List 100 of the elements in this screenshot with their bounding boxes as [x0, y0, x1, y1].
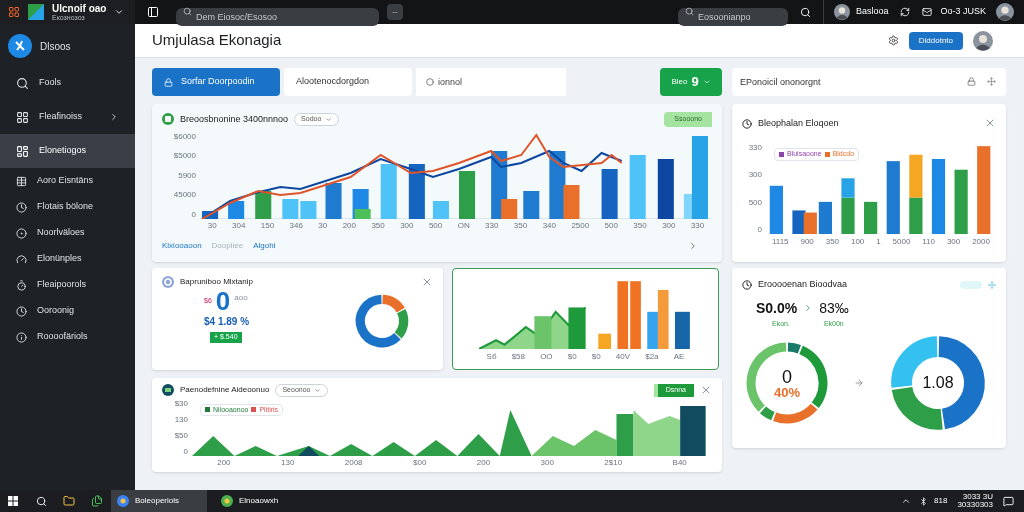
sidebar-item[interactable]: Fleafinoiss — [0, 100, 135, 134]
sidebar-item[interactable]: Ooroonig — [0, 298, 135, 324]
card-title: Bapruniboo Mlxtanip — [180, 276, 253, 288]
sidebar-item[interactable]: Roooofäriols — [0, 324, 135, 350]
axis-label: 40V — [615, 353, 631, 361]
taskbar-app[interactable]: Boleoperiols — [111, 490, 207, 512]
card-title: Breoosbnonine 3400nnnoo — [180, 112, 289, 126]
more-button[interactable]: -- — [387, 4, 403, 20]
caret-icon — [702, 78, 711, 86]
axis-label: 500 — [428, 221, 443, 230]
axis-label: 30 — [207, 221, 217, 230]
card-title: Paenodefnine Aideoonuo — [180, 384, 270, 397]
search-icon[interactable] — [799, 6, 811, 18]
bar — [657, 158, 674, 219]
sidebar-item[interactable]: Noorlväloes — [0, 220, 135, 246]
sidebar-item[interactable]: Aoro Eisntäns — [0, 168, 135, 194]
card-title: Bleophalan Eloqoen — [758, 117, 839, 131]
axis-label: 340 — [542, 221, 556, 230]
axis-label: ON — [457, 221, 470, 230]
chart-icon — [162, 113, 174, 126]
bar — [459, 170, 476, 219]
primary-value: S0.0% — [756, 298, 798, 318]
notification-icon[interactable] — [1003, 495, 1014, 507]
tab[interactable]: Alootenocdorgdon — [284, 68, 412, 96]
axis-label: 300 — [946, 238, 961, 246]
axis-label: 1 — [876, 238, 881, 246]
avatar[interactable] — [973, 30, 993, 51]
target-icon — [16, 227, 27, 239]
clock-icon — [742, 279, 752, 290]
bar — [680, 405, 706, 456]
bar — [601, 168, 618, 219]
axis-label: 350 — [633, 221, 647, 230]
axis-label: 200 — [476, 458, 491, 467]
timer-icon — [16, 279, 27, 291]
bar — [909, 197, 923, 234]
bluetooth-icon[interactable] — [919, 496, 929, 506]
chevron-icon[interactable] — [901, 496, 912, 506]
bar — [909, 154, 923, 198]
sidebar-item[interactable]: Flotais bölone — [0, 194, 135, 220]
axis-tick: $5000 — [173, 152, 196, 160]
info-icon — [16, 331, 27, 343]
bar — [300, 200, 317, 219]
bar — [202, 210, 219, 219]
avatar[interactable] — [833, 4, 850, 20]
axis-label: 300 — [400, 221, 414, 230]
legend-item[interactable]: Klxiooaoon — [162, 239, 202, 252]
text-field[interactable]: EPonoicil ononorgnt — [732, 68, 1006, 96]
search-field[interactable]: Dem Eiosoc/Esosoo — [176, 8, 379, 26]
search-icon[interactable] — [36, 495, 47, 507]
axis-label: $00 — [413, 458, 427, 467]
gauge-percent: 40% — [774, 385, 800, 399]
table-icon — [16, 175, 27, 187]
refresh-icon[interactable] — [900, 7, 911, 17]
axis-label: AE — [673, 353, 685, 361]
mail-icon[interactable] — [922, 7, 933, 17]
axis-label: 300 — [662, 221, 676, 230]
app-grid-icon[interactable] — [8, 6, 20, 18]
bar — [630, 281, 641, 349]
axis-label: 30 — [318, 221, 328, 230]
filter-field[interactable]: ionnol — [416, 68, 566, 96]
tab[interactable]: Sorfar Doorpoodin — [152, 68, 280, 96]
avatar[interactable] — [996, 3, 1014, 21]
axis-label: $0 — [591, 353, 601, 361]
axis-tick: $30 — [174, 399, 188, 408]
settings-icon[interactable] — [887, 35, 899, 46]
axis-label: 304 — [232, 221, 246, 230]
bar — [523, 190, 540, 219]
axis-tick: 0 — [191, 210, 196, 219]
close-button[interactable] — [984, 117, 996, 129]
axis-tick: 300 — [748, 171, 762, 180]
axis-label: 350 — [513, 221, 528, 230]
browser-icon — [221, 495, 233, 507]
close-button[interactable] — [421, 276, 433, 288]
axis-label: OO — [540, 353, 553, 361]
axis-tick: 0 — [183, 447, 188, 456]
folder-icon[interactable] — [63, 495, 75, 507]
sidebar-item[interactable]: Elonetiogos — [0, 134, 135, 168]
search-icon — [16, 76, 29, 90]
sidebar-item[interactable]: Fleaipoorols — [0, 272, 135, 298]
axis-label: 100 — [850, 238, 865, 246]
arrow-icon — [854, 378, 864, 388]
axis-label: 150 — [260, 221, 275, 230]
chevron-icon — [109, 112, 119, 122]
circle-icon — [426, 78, 434, 86]
axis-label: 2000 — [972, 238, 990, 246]
taskbar-app[interactable]: Elnoaowxh — [215, 490, 311, 512]
sidebar-item[interactable]: Fools — [0, 66, 135, 100]
axis-label: B40 — [672, 458, 687, 467]
move-icon[interactable] — [987, 77, 996, 86]
search-field[interactable]: Eosoonianpo — [677, 8, 788, 26]
sidebar-item[interactable]: Elonünples — [0, 246, 135, 272]
sidebar-toggle-icon[interactable] — [147, 6, 159, 18]
axis-tick: 5900 — [178, 171, 196, 180]
files-icon[interactable] — [91, 495, 103, 507]
caret-icon[interactable] — [114, 7, 125, 17]
primary-button[interactable]: Dlddotnto — [908, 31, 963, 50]
brand-icon — [8, 34, 32, 58]
windows-icon[interactable] — [8, 496, 18, 506]
app-name: Ulcnoif oao — [52, 3, 107, 14]
legend-item[interactable]: Algohl — [253, 239, 276, 252]
